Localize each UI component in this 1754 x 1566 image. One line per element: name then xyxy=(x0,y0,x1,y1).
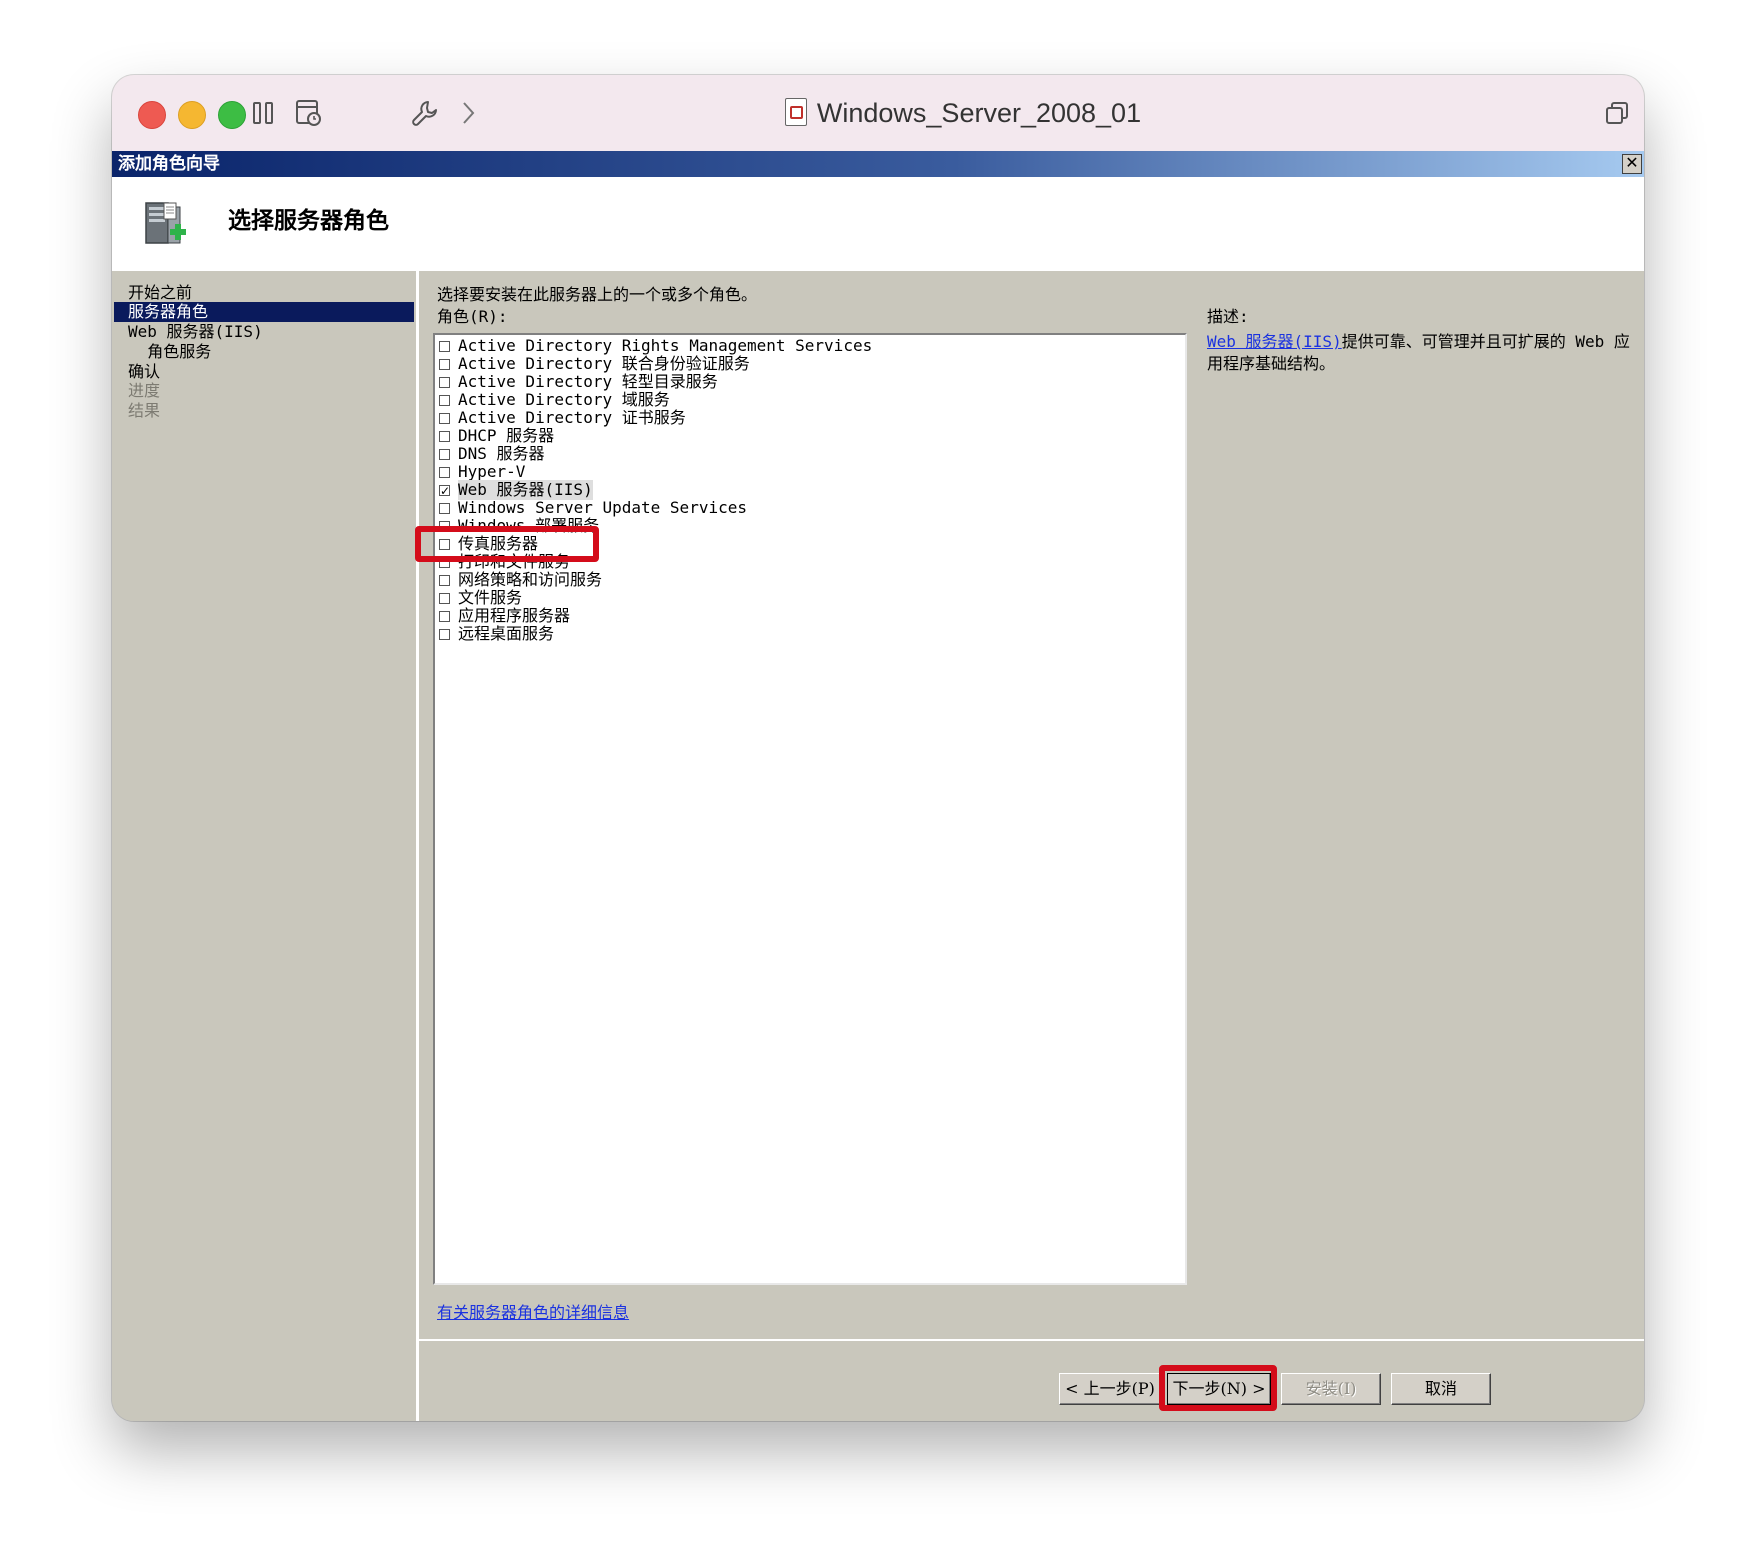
role-checkbox[interactable] xyxy=(439,376,450,388)
nav-item-results: 结果 xyxy=(128,401,161,420)
window-title: Windows_Server_2008_01 xyxy=(112,95,1644,131)
vm-window: Windows_Server_2008_01 添加角色向导 ✕ 选择服务器角色 … xyxy=(112,75,1644,1421)
role-label: DHCP 服务器 xyxy=(458,426,555,445)
wizard-nav: 开始之前 服务器角色 Web 服务器(IIS) 角色服务 确认 进度 结果 xyxy=(112,271,419,1421)
role-item[interactable]: Active Directory Rights Management Servi… xyxy=(439,336,872,356)
roles-list[interactable]: Active Directory Rights Management Servi… xyxy=(433,333,1187,1285)
role-item[interactable]: DNS 服务器 xyxy=(439,444,545,464)
page-title: 选择服务器角色 xyxy=(228,207,389,234)
mac-title-bar: Windows_Server_2008_01 xyxy=(112,75,1644,152)
role-item[interactable]: Active Directory 轻型目录服务 xyxy=(439,372,718,392)
window-title-text: Windows_Server_2008_01 xyxy=(816,98,1142,128)
description-text: Web 服务器(IIS)提供可靠、可管理并且可扩展的 Web 应用程序基础结构。 xyxy=(1207,331,1637,375)
role-label: 网络策略和访问服务 xyxy=(458,570,603,589)
install-button: 安装(I) xyxy=(1281,1373,1381,1405)
role-item[interactable]: DHCP 服务器 xyxy=(439,426,554,446)
role-label: Windows Server Update Services xyxy=(458,498,747,517)
role-item-web-server-checked[interactable]: ✓ Web 服务器(IIS) xyxy=(439,480,593,500)
window-restore-icon[interactable] xyxy=(1602,95,1632,131)
nav-item-progress: 进度 xyxy=(128,381,161,400)
description-label: 描述: xyxy=(1207,307,1249,326)
role-checkbox[interactable] xyxy=(439,628,450,640)
annotation-highlight-next xyxy=(1159,1365,1277,1411)
roles-label: 角色(R): xyxy=(437,307,508,326)
role-checkbox[interactable] xyxy=(439,358,450,370)
role-checkbox[interactable] xyxy=(439,574,450,586)
role-label: Hyper-V xyxy=(458,462,526,481)
role-item[interactable]: 文件服务 xyxy=(439,588,522,608)
cancel-button[interactable]: 取消 xyxy=(1391,1373,1491,1405)
role-checkbox[interactable] xyxy=(439,448,450,460)
nav-item-before-you-begin[interactable]: 开始之前 xyxy=(128,283,192,303)
role-checkbox[interactable] xyxy=(439,610,450,622)
vm-document-icon xyxy=(784,98,807,126)
role-item[interactable]: 网络策略和访问服务 xyxy=(439,570,602,590)
role-checkbox[interactable] xyxy=(439,340,450,352)
more-info-link[interactable]: 有关服务器角色的详细信息 xyxy=(437,1303,629,1323)
description-link[interactable]: Web 服务器(IIS) xyxy=(1207,332,1342,351)
role-label: Active Directory Rights Management Servi… xyxy=(458,336,873,355)
role-label: 文件服务 xyxy=(458,588,523,607)
role-label: 应用程序服务器 xyxy=(458,606,571,625)
instruction-text: 选择要安装在此服务器上的一个或多个角色。 xyxy=(437,285,758,304)
nav-item-role-services[interactable]: 角色服务 xyxy=(128,342,211,362)
wizard-main: 选择要安装在此服务器上的一个或多个角色。 角色(R): Active Direc… xyxy=(415,271,1644,1421)
role-label: 远程桌面服务 xyxy=(458,624,555,643)
server-add-icon xyxy=(145,202,186,244)
wizard-header: 选择服务器角色 xyxy=(112,177,1644,271)
role-label: DNS 服务器 xyxy=(458,444,545,463)
role-checkbox[interactable] xyxy=(439,430,450,442)
role-item[interactable]: Hyper-V xyxy=(439,462,525,482)
role-label: Web 服务器(IIS) xyxy=(458,480,593,500)
role-item[interactable]: Active Directory 联合身份验证服务 xyxy=(439,354,750,374)
role-label: Active Directory 域服务 xyxy=(458,390,670,409)
role-item[interactable]: 应用程序服务器 xyxy=(439,606,570,626)
nav-item-web-server[interactable]: Web 服务器(IIS) xyxy=(128,322,263,342)
role-checkbox-checked[interactable]: ✓ xyxy=(439,484,450,497)
wizard-title: 添加角色向导 xyxy=(118,154,220,174)
role-item[interactable]: Active Directory 域服务 xyxy=(439,390,670,410)
nav-item-server-roles[interactable]: 服务器角色 xyxy=(114,302,414,322)
role-label: Active Directory 轻型目录服务 xyxy=(458,372,718,391)
role-checkbox[interactable] xyxy=(439,592,450,604)
role-checkbox[interactable] xyxy=(439,466,450,478)
role-checkbox[interactable] xyxy=(439,412,450,424)
role-item[interactable]: Windows Server Update Services xyxy=(439,498,747,518)
role-item[interactable]: Active Directory 证书服务 xyxy=(439,408,686,428)
role-label: Active Directory 联合身份验证服务 xyxy=(458,354,750,373)
button-divider xyxy=(419,1339,1644,1341)
role-checkbox[interactable] xyxy=(439,394,450,406)
wizard-close-button[interactable]: ✕ xyxy=(1622,154,1642,174)
annotation-highlight-web-server xyxy=(415,526,599,562)
back-button[interactable]: < 上一步(P) xyxy=(1059,1373,1161,1405)
role-checkbox[interactable] xyxy=(439,502,450,514)
role-item[interactable]: 远程桌面服务 xyxy=(439,624,554,644)
role-label: Active Directory 证书服务 xyxy=(458,408,686,427)
wizard-title-bar: 添加角色向导 ✕ xyxy=(112,151,1644,177)
nav-item-confirm[interactable]: 确认 xyxy=(128,362,160,382)
